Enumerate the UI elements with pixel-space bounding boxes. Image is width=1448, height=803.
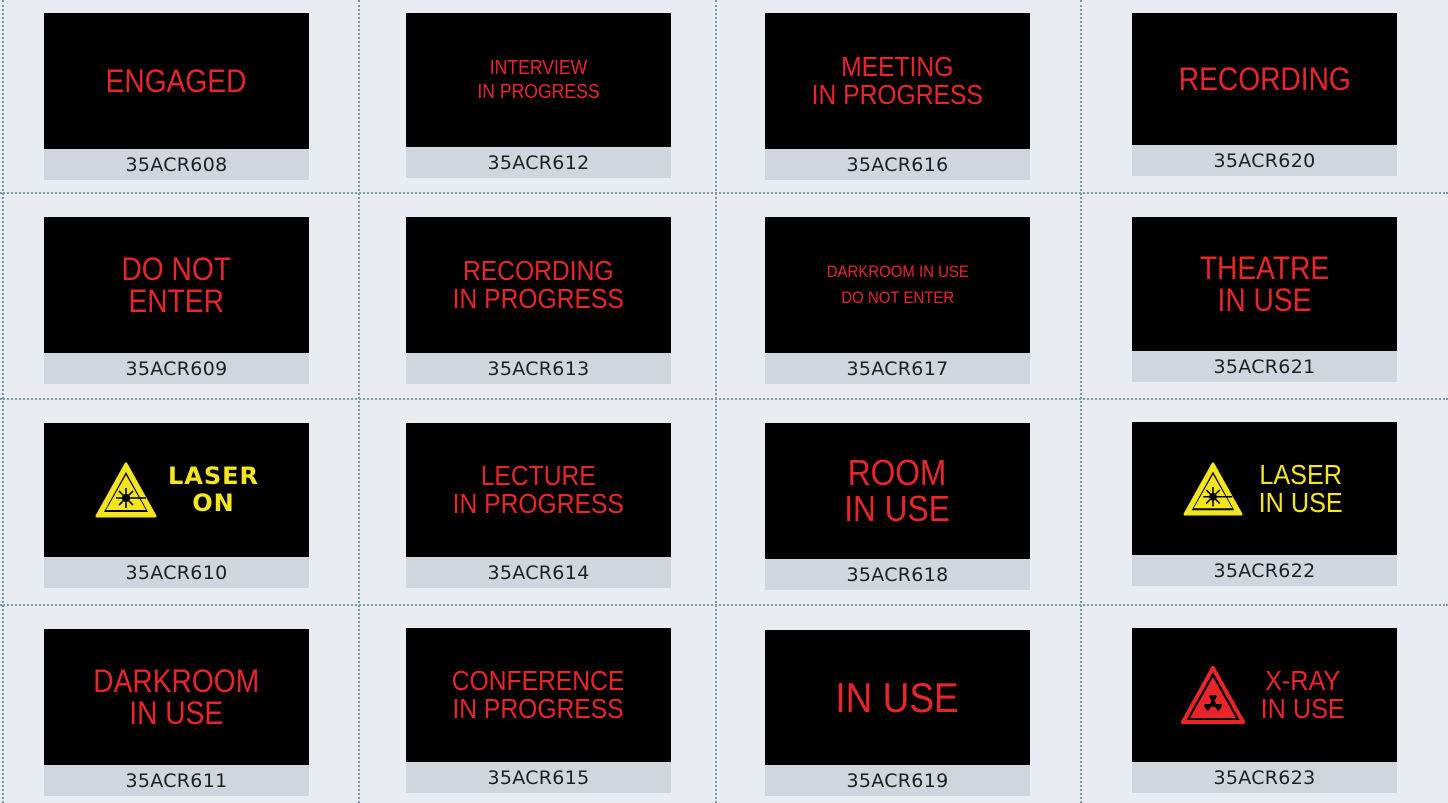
sign-panel: IN USE: [765, 630, 1030, 765]
sign-panel: DO NOT ENTER: [44, 217, 309, 353]
product-code: 35ACR623: [1132, 762, 1397, 793]
sign-card[interactable]: RECORDING 35ACR620: [1132, 13, 1397, 176]
product-code: 35ACR620: [1132, 145, 1397, 176]
sign-card[interactable]: MEETING IN PROGRESS 35ACR616: [765, 13, 1030, 180]
sign-text: RECORDING: [1178, 61, 1351, 97]
row-divider: [0, 398, 1448, 400]
column-divider: [1080, 0, 1082, 803]
radiation-warning-icon: [1180, 666, 1245, 724]
sign-text: IN USE: [835, 673, 960, 721]
sign-panel: CONFERENCE IN PROGRESS: [406, 628, 671, 762]
product-code: 35ACR612: [406, 147, 671, 178]
sign-text: THEATRE IN USE: [1199, 250, 1330, 318]
sign-card[interactable]: INTERVIEW IN PROGRESS 35ACR612: [406, 13, 671, 178]
sign-panel: ROOM IN USE: [765, 423, 1030, 559]
sign-card[interactable]: LECTURE IN PROGRESS 35ACR614: [406, 423, 671, 588]
sign-card[interactable]: DARKROOM IN USE 35ACR611: [44, 629, 309, 796]
sign-panel: X-RAY IN USE: [1132, 628, 1397, 762]
sign-panel: DARKROOM IN USE DO NOT ENTER: [765, 217, 1030, 353]
sign-card[interactable]: RECORDING IN PROGRESS 35ACR613: [406, 217, 671, 384]
column-divider: [715, 0, 717, 803]
sign-card[interactable]: ENGAGED 35ACR608: [44, 13, 309, 180]
row-divider: [0, 192, 1448, 194]
sign-card[interactable]: X-RAY IN USE 35ACR623: [1132, 628, 1397, 793]
sign-card[interactable]: DO NOT ENTER 35ACR609: [44, 217, 309, 384]
sign-panel: THEATRE IN USE: [1132, 217, 1397, 351]
sign-text: CONFERENCE IN PROGRESS: [452, 665, 625, 724]
hazard-group: X-RAY IN USE: [1180, 665, 1349, 725]
sign-text: RECORDING IN PROGRESS: [452, 255, 625, 314]
hazard-group: LASER IN USE: [1182, 458, 1347, 518]
product-code: 35ACR621: [1132, 351, 1397, 382]
product-code: 35ACR618: [765, 559, 1030, 590]
product-code: 35ACR610: [44, 557, 309, 588]
product-code: 35ACR614: [406, 557, 671, 588]
sign-panel: LECTURE IN PROGRESS: [406, 423, 671, 557]
product-code: 35ACR617: [765, 353, 1030, 384]
product-code: 35ACR622: [1132, 555, 1397, 586]
sign-card[interactable]: LASER ON 35ACR610: [44, 423, 309, 588]
sign-card[interactable]: LASER IN USE 35ACR622: [1132, 422, 1397, 586]
sign-text: DARKROOM IN USE: [93, 663, 260, 731]
sign-panel: RECORDING IN PROGRESS: [406, 217, 671, 353]
sign-text: X-RAY IN USE: [1260, 665, 1345, 724]
sign-card[interactable]: CONFERENCE IN PROGRESS 35ACR615: [406, 628, 671, 793]
product-code: 35ACR615: [406, 762, 671, 793]
row-divider: [0, 604, 1448, 606]
sign-catalog-grid: ENGAGED 35ACR608 INTERVIEW IN PROGRESS 3…: [0, 0, 1448, 803]
column-divider: [2, 0, 4, 803]
sign-panel: MEETING IN PROGRESS: [765, 13, 1030, 149]
laser-warning-icon: [95, 462, 157, 518]
sign-card[interactable]: THEATRE IN USE 35ACR621: [1132, 217, 1397, 382]
product-code: 35ACR611: [44, 765, 309, 796]
sign-card[interactable]: DARKROOM IN USE DO NOT ENTER 35ACR617: [765, 217, 1030, 384]
sign-panel: RECORDING: [1132, 13, 1397, 145]
product-code: 35ACR608: [44, 149, 309, 180]
sign-text: LASER IN USE: [1258, 458, 1343, 518]
sign-panel: LASER ON: [44, 423, 309, 557]
sign-card[interactable]: IN USE 35ACR619: [765, 630, 1030, 796]
laser-warning-icon: [1183, 461, 1243, 516]
sign-panel: INTERVIEW IN PROGRESS: [406, 13, 671, 147]
product-code: 35ACR616: [765, 149, 1030, 180]
column-divider: [358, 0, 360, 803]
sign-panel: LASER IN USE: [1132, 422, 1397, 555]
sign-text: ROOM IN USE: [844, 452, 951, 529]
sign-text: LECTURE IN PROGRESS: [452, 460, 625, 519]
product-code: 35ACR613: [406, 353, 671, 384]
sign-text: DARKROOM IN USE DO NOT ENTER: [826, 262, 969, 307]
sign-text: LASER ON: [167, 462, 260, 517]
sign-text: MEETING IN PROGRESS: [811, 51, 984, 110]
sign-text: INTERVIEW IN PROGRESS: [477, 57, 600, 103]
sign-text: DO NOT ENTER: [121, 251, 232, 319]
sign-text: ENGAGED: [106, 63, 247, 99]
hazard-group: LASER ON: [94, 461, 259, 519]
product-code: 35ACR619: [765, 765, 1030, 796]
sign-panel: ENGAGED: [44, 13, 309, 149]
sign-card[interactable]: ROOM IN USE 35ACR618: [765, 423, 1030, 590]
product-code: 35ACR609: [44, 353, 309, 384]
sign-panel: DARKROOM IN USE: [44, 629, 309, 765]
